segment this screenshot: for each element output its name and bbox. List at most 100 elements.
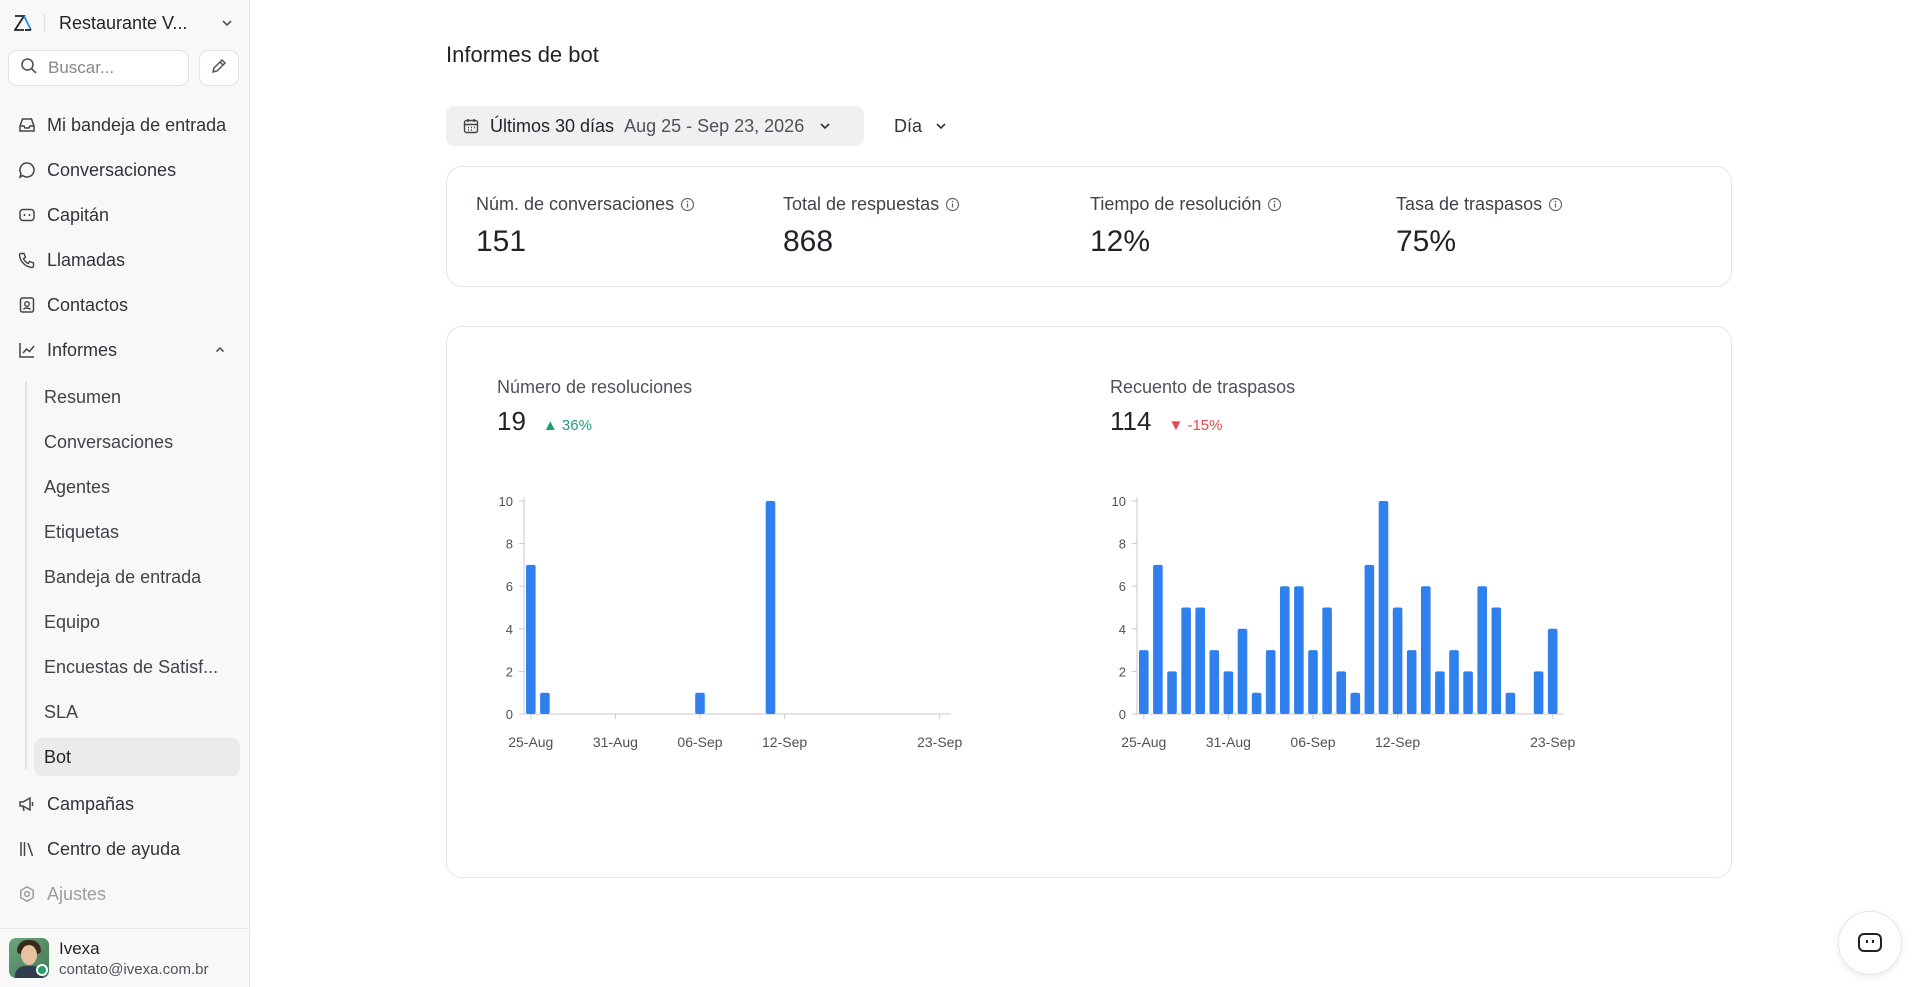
pencil-icon	[210, 57, 228, 80]
bar	[1463, 671, 1473, 714]
chevron-down-icon	[218, 14, 236, 32]
bar	[1477, 586, 1487, 714]
subnav-item-sla[interactable]: SLA	[34, 693, 240, 731]
nav-item-label: Capitán	[47, 204, 110, 225]
bar	[1237, 628, 1248, 714]
nav-item-campaigns[interactable]: Campañas	[8, 785, 240, 823]
help-widget-button[interactable]	[1838, 911, 1902, 975]
x-tick-label: 25-Aug	[1121, 734, 1166, 750]
nav-item-label: Conversaciones	[47, 159, 177, 180]
bar	[1336, 671, 1346, 714]
bar	[1265, 650, 1276, 714]
subnav-item-summary[interactable]: Resumen	[34, 378, 240, 416]
nav-item-label: Contactos	[47, 294, 129, 315]
granularity-label: Día	[894, 115, 923, 136]
metric-conversations: Núm. de conversaciones 151	[476, 194, 695, 259]
metric-handoff-rate: Tasa de traspasos 75%	[1396, 194, 1563, 259]
user-email: contato@ivexa.com.br	[59, 960, 209, 978]
granularity-select[interactable]: Día	[882, 106, 960, 146]
metric-label-row: Tasa de traspasos	[1396, 194, 1563, 215]
chart-summary: 19 ▲ 36%	[497, 406, 692, 437]
metric-value: 75%	[1396, 225, 1457, 258]
metric-label-row: Tiempo de resolución	[1090, 194, 1282, 215]
y-tick-label: 2	[506, 664, 513, 679]
nav-item-reports[interactable]: Informes	[8, 331, 240, 369]
search-input[interactable]	[48, 58, 178, 78]
bar	[1167, 671, 1177, 714]
y-tick-label: 6	[506, 579, 513, 594]
chat-bubble-icon	[16, 159, 38, 181]
subnav-item-conversations[interactable]: Conversaciones	[34, 423, 240, 461]
y-tick-label: 10	[499, 494, 513, 509]
nav-item-calls[interactable]: Llamadas	[8, 241, 240, 279]
nav-item-label: Centro de ayuda	[47, 838, 181, 859]
bar	[1435, 671, 1445, 714]
chart-handoffs: 0 2 4 6 8 10 25-Aug 31-Aug 06-Sep 12-Sep 23-Sep	[1112, 494, 1576, 750]
subnav-item-labels[interactable]: Etiquetas	[34, 513, 240, 551]
y-tick-label: 4	[506, 622, 513, 637]
bar	[1547, 628, 1558, 714]
bar	[1378, 501, 1389, 714]
metric-label-row: Núm. de conversaciones	[476, 194, 695, 215]
search-icon	[20, 57, 38, 80]
x-tick-label: 23-Sep	[1530, 734, 1575, 750]
bar	[1294, 586, 1304, 714]
compose-button[interactable]	[199, 50, 239, 86]
nav-item-label: Informes	[47, 339, 118, 360]
nav-item-help-center[interactable]: Centro de ayuda	[8, 830, 240, 868]
bar	[540, 692, 550, 714]
user-info: Ivexa contato@ivexa.com.br	[59, 939, 208, 978]
nav-item-label: Ajustes	[47, 883, 107, 904]
y-tick-label: 0	[506, 707, 513, 722]
nav-item-contacts[interactable]: Contactos	[8, 286, 240, 324]
nav-item-conversations[interactable]: Conversaciones	[8, 151, 240, 189]
chevron-up-icon	[214, 344, 226, 356]
bar	[1406, 650, 1417, 714]
metric-label: Tasa de traspasos	[1396, 194, 1543, 214]
bar	[1350, 692, 1361, 714]
workspace-divider	[44, 14, 45, 32]
y-tick-label: 6	[1119, 579, 1126, 594]
nav-item-inbox[interactable]: Mi bandeja de entrada	[8, 106, 240, 144]
subnav-item-bot[interactable]: Bot	[34, 738, 240, 776]
workspace-switcher[interactable]: Restaurante V...	[14, 8, 236, 38]
y-tick-label: 0	[1119, 707, 1126, 722]
info-icon[interactable]	[945, 197, 960, 212]
bar	[1251, 692, 1262, 714]
chart-header-handoffs: Recuento de traspasos 114 ▼ -15%	[1110, 377, 1295, 437]
chart-header-resolutions: Número de resoluciones 19 ▲ 36%	[497, 377, 692, 437]
app-root: Restaurante V... Mi bandeja de entrada	[0, 0, 1912, 987]
metric-label: Núm. de conversaciones	[476, 194, 675, 214]
chart-change-badge: ▼ -15%	[1168, 417, 1223, 434]
subnav-item-inbox[interactable]: Bandeja de entrada	[34, 558, 240, 596]
info-icon[interactable]	[1267, 197, 1282, 212]
nav-item-label: Mi bandeja de entrada	[47, 114, 227, 135]
x-tick-label: 25-Aug	[508, 734, 553, 750]
info-icon[interactable]	[680, 197, 695, 212]
chart-total: 19	[497, 406, 526, 436]
search-box[interactable]	[8, 50, 189, 86]
date-range-picker[interactable]: Últimos 30 días Aug 25 - Sep 23, 2026	[446, 106, 864, 146]
subnav-guide-line	[25, 382, 27, 769]
subnav-item-csat[interactable]: Encuestas de Satisf...	[34, 648, 240, 686]
nav-item-captain[interactable]: Capitán	[8, 196, 240, 234]
metrics-card: Núm. de conversaciones 151 Total de resp…	[446, 166, 1732, 287]
chart-title: Número de resoluciones	[497, 377, 693, 397]
sidebar: Restaurante V... Mi bandeja de entrada	[0, 0, 250, 987]
nav-item-settings[interactable]: Ajustes	[8, 875, 240, 913]
x-tick-label: 12-Sep	[1375, 734, 1420, 750]
subnav-item-team[interactable]: Equipo	[34, 603, 240, 641]
y-tick-label: 2	[1119, 664, 1126, 679]
user-profile[interactable]: Ivexa contato@ivexa.com.br	[0, 928, 250, 987]
chart-title: Recuento de traspasos	[1110, 377, 1296, 397]
bar	[1421, 586, 1431, 714]
x-tick-label: 06-Sep	[677, 734, 722, 750]
bar	[1153, 564, 1163, 714]
chevron-down-icon	[934, 119, 948, 133]
subnav-item-agents[interactable]: Agentes	[34, 468, 240, 506]
bar	[1209, 650, 1220, 714]
bar	[1308, 650, 1318, 714]
bot-icon	[16, 204, 38, 226]
info-icon[interactable]	[1548, 197, 1563, 212]
metric-resolution-time: Tiempo de resolución 12%	[1090, 194, 1282, 259]
